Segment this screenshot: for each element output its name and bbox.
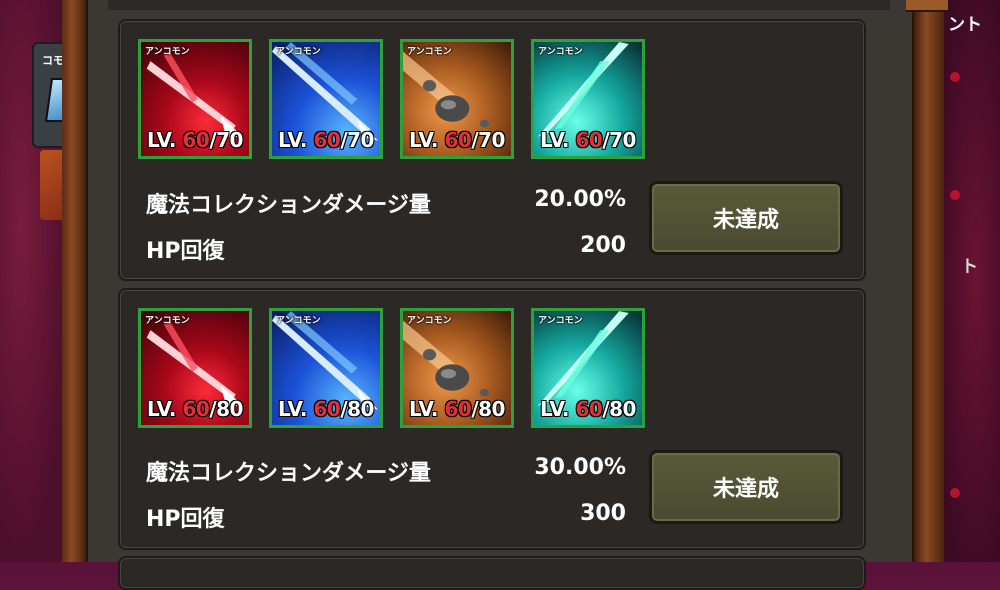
wood-frame-left <box>62 0 88 562</box>
rarity-label: アンコモン <box>538 47 583 57</box>
rarity-label: アンコモン <box>538 316 583 326</box>
skill-card[interactable]: アンコモン LV. 60/70 <box>531 39 645 159</box>
rarity-label: アンコモン <box>276 47 321 57</box>
right-dot-icon <box>950 72 960 82</box>
skill-card[interactable]: アンコモン LV. 60/80 <box>400 308 514 428</box>
level-label: LV. 60/70 <box>409 128 505 152</box>
stat-label: HP回復 <box>146 239 225 264</box>
level-label: LV. 60/70 <box>278 128 374 152</box>
stat-value: 30.00% <box>534 455 626 480</box>
level-label: LV. 60/80 <box>540 397 636 421</box>
right-dot-icon <box>950 190 960 200</box>
wood-frame-right <box>912 0 944 562</box>
stat-value: 20.00% <box>534 187 626 212</box>
level-label: LV. 60/80 <box>409 397 505 421</box>
claim-button[interactable]: 未達成 <box>649 181 843 255</box>
right-edge-label-2: ト <box>961 257 978 277</box>
skill-card[interactable]: アンコモン LV. 60/80 <box>138 308 252 428</box>
stat-label: HP回復 <box>146 507 225 532</box>
right-edge-label: ント <box>948 15 982 35</box>
stat-value: 300 <box>580 501 626 526</box>
level-label: LV. 60/70 <box>540 128 636 152</box>
stat-label: 魔法コレクションダメージ量 <box>146 193 431 218</box>
level-label: LV. 60/80 <box>147 397 243 421</box>
collection-row: アンコモン LV. 60/70 アンコモン LV. 60/70 アンコモン LV… <box>118 19 866 281</box>
collection-row: アンコモン LV. 60/80 アンコモン LV. 60/80 アンコモン LV… <box>118 288 866 550</box>
skill-card[interactable]: アンコモン LV. 60/80 <box>531 308 645 428</box>
rarity-label: アンコモン <box>276 316 321 326</box>
right-dot-icon <box>950 488 960 498</box>
skill-card[interactable]: アンコモン LV. 60/70 <box>400 39 514 159</box>
rarity-label: アンコモン <box>145 316 190 326</box>
side-tab-label: コモ <box>42 54 64 67</box>
rarity-label: アンコモン <box>407 47 452 57</box>
level-label: LV. 60/70 <box>147 128 243 152</box>
stat-label: 魔法コレクションダメージ量 <box>146 461 431 486</box>
rarity-label: アンコモン <box>145 47 190 57</box>
panel-top-edge <box>108 0 890 10</box>
right-background <box>940 0 1000 562</box>
wood-frame-cap <box>906 0 948 12</box>
skill-card[interactable]: アンコモン LV. 60/80 <box>269 308 383 428</box>
skill-card[interactable]: アンコモン LV. 60/70 <box>138 39 252 159</box>
stat-value: 200 <box>580 233 626 258</box>
skill-card[interactable]: アンコモン LV. 60/70 <box>269 39 383 159</box>
rarity-label: アンコモン <box>407 316 452 326</box>
collection-row-partial <box>118 556 866 590</box>
level-label: LV. 60/80 <box>278 397 374 421</box>
claim-button[interactable]: 未達成 <box>649 450 843 524</box>
